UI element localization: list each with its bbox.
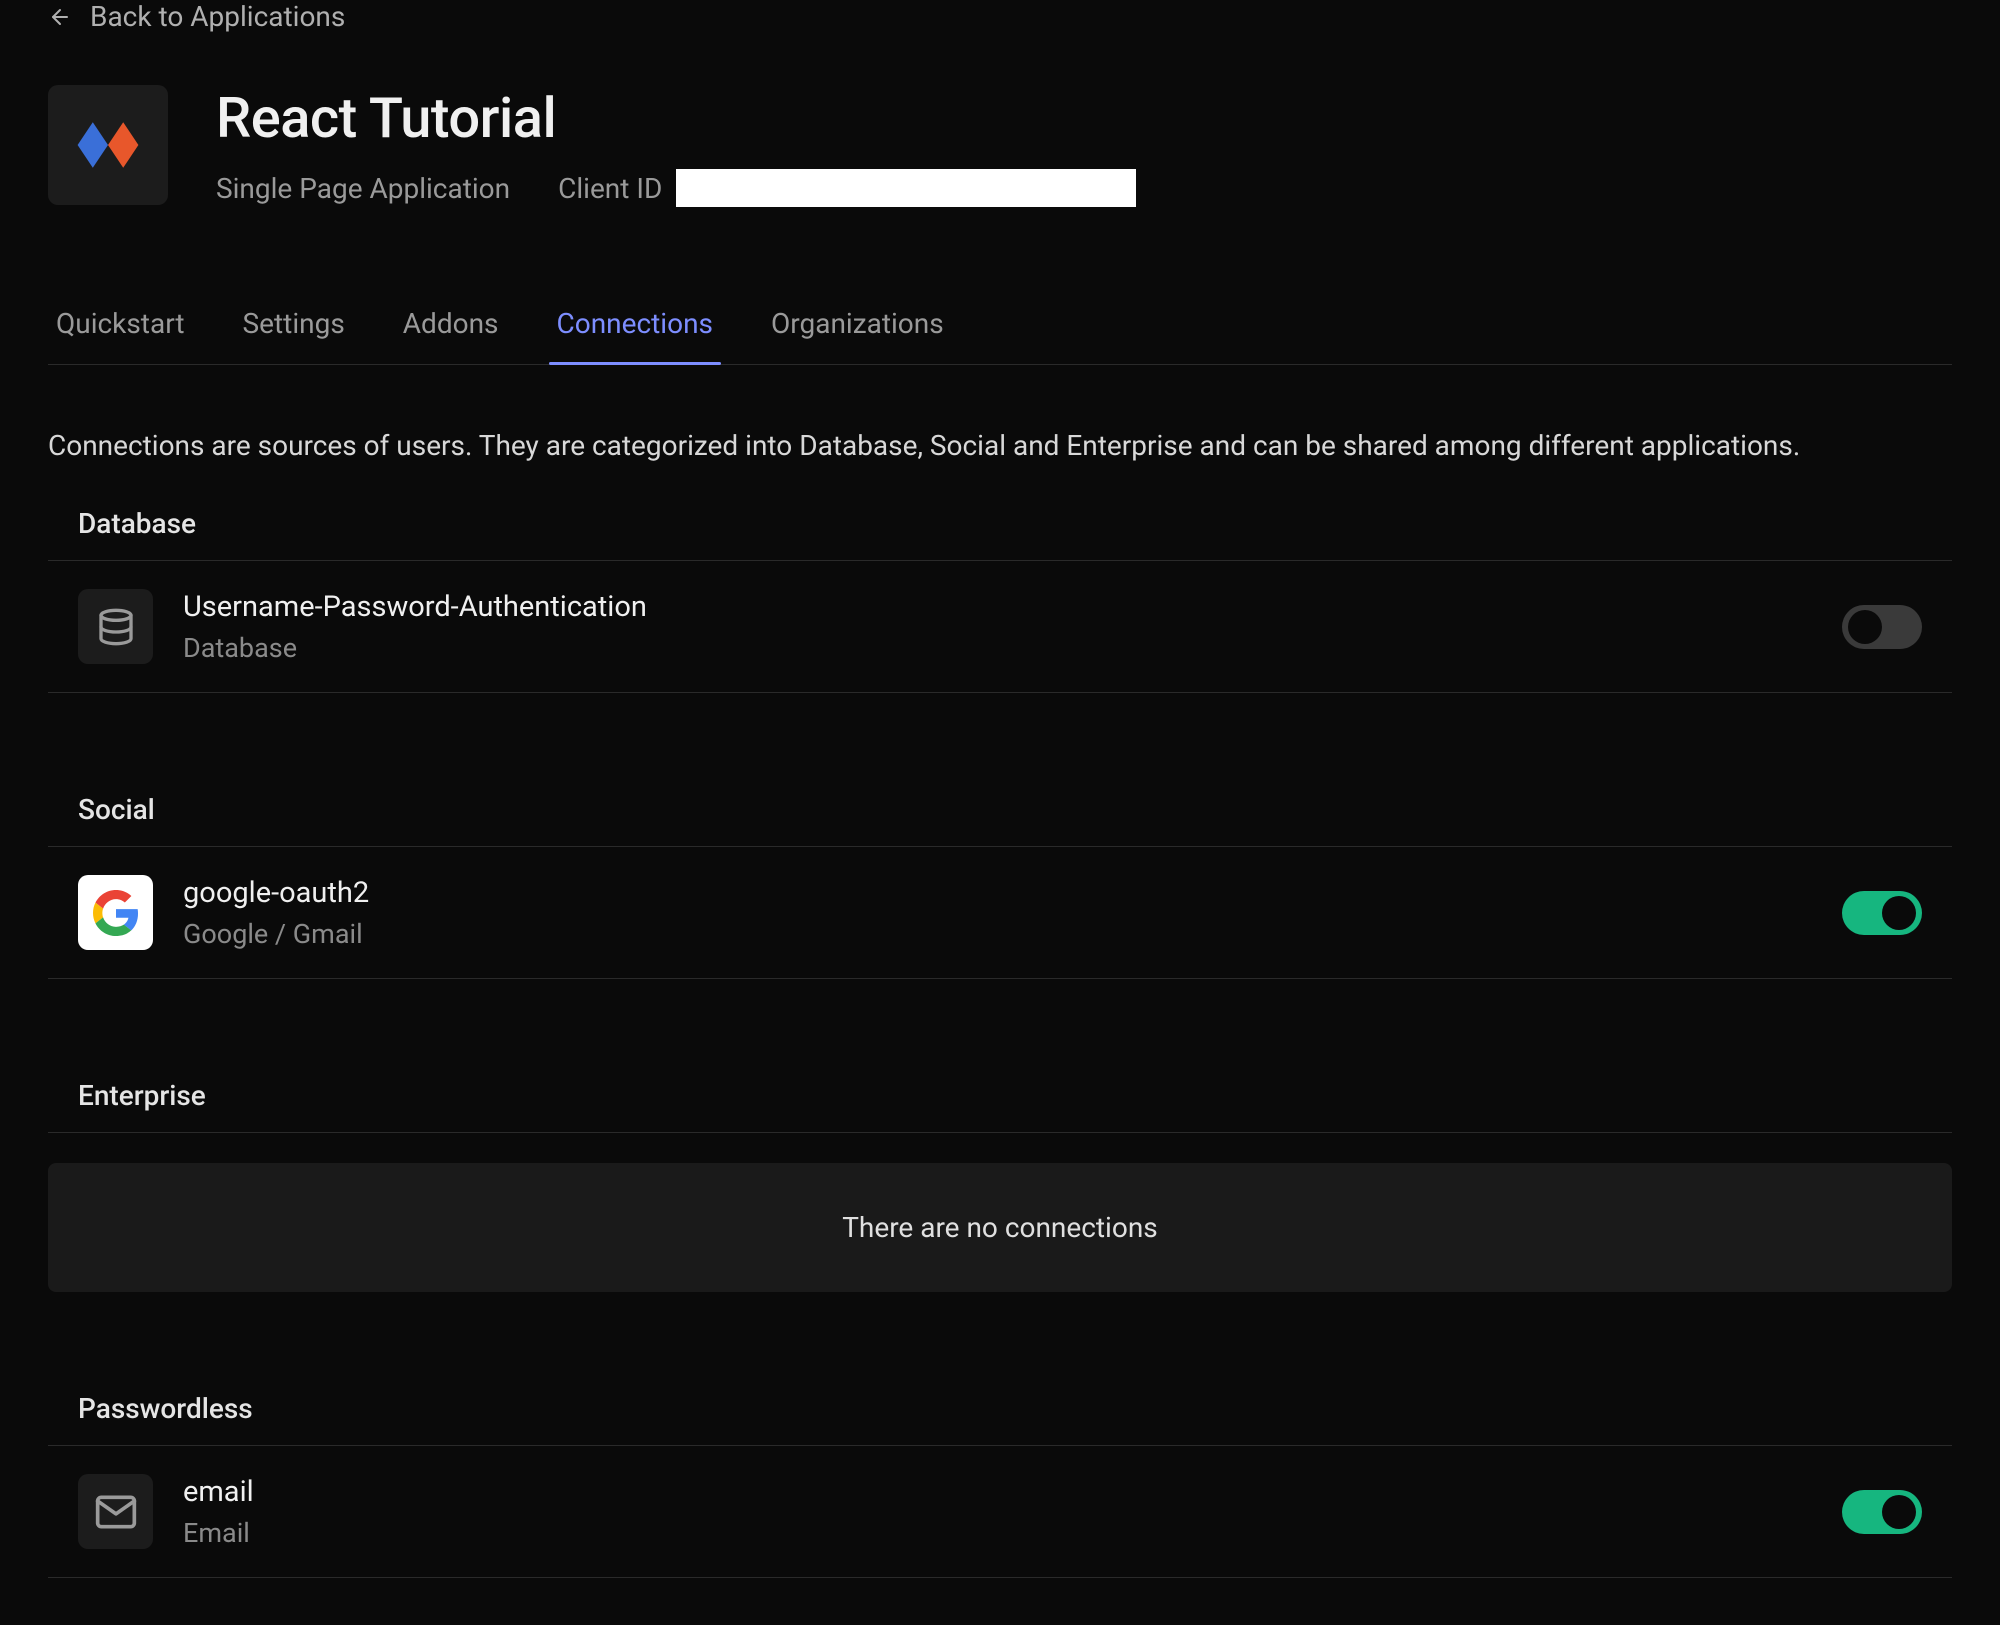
connection-name[interactable]: Username-Password-Authentication [183,590,1812,624]
client-id-group: Client ID [558,169,1136,207]
section-enterprise: Enterprise There are no connections [48,1079,1952,1292]
app-title-block: React Tutorial Single Page Application C… [216,85,1136,207]
connection-row: Username-Password-Authentication Databas… [48,561,1952,693]
database-icon [78,589,153,664]
google-icon [78,875,153,950]
connection-row: email Email [48,1446,1952,1578]
app-title: React Tutorial [216,85,1136,151]
toggle-knob [1882,1495,1916,1529]
back-link[interactable]: Back to Applications [48,0,1952,33]
client-id-label: Client ID [558,172,662,205]
app-type: Single Page Application [216,172,510,205]
section-enterprise-title: Enterprise [48,1079,1952,1132]
connection-toggle[interactable] [1842,605,1922,649]
connection-sub: Email [183,1517,1812,1549]
app-logo-icon [48,85,168,205]
connection-sub: Google / Gmail [183,918,1812,950]
section-social: Social google-oauth2 Google / Gmail [48,793,1952,979]
connection-row: google-oauth2 Google / Gmail [48,847,1952,979]
connection-sub: Database [183,632,1812,664]
app-header: React Tutorial Single Page Application C… [48,85,1952,207]
mail-icon [78,1474,153,1549]
connections-description: Connections are sources of users. They a… [48,425,1952,467]
tab-settings[interactable]: Settings [243,307,345,364]
back-link-label: Back to Applications [90,0,345,33]
section-social-title: Social [48,793,1952,846]
client-id-value[interactable] [676,169,1136,207]
section-passwordless: Passwordless email Email [48,1392,1952,1578]
section-database: Database Username-Password-Authenticatio… [48,507,1952,693]
enterprise-empty: There are no connections [48,1163,1952,1292]
tab-organizations[interactable]: Organizations [771,307,944,364]
section-database-title: Database [48,507,1952,560]
arrow-left-icon [48,5,72,29]
tab-addons[interactable]: Addons [403,307,499,364]
toggle-knob [1848,610,1882,644]
tab-quickstart[interactable]: Quickstart [56,307,185,364]
toggle-knob [1882,896,1916,930]
connection-name[interactable]: email [183,1475,1812,1509]
connection-name[interactable]: google-oauth2 [183,876,1812,910]
connection-toggle[interactable] [1842,891,1922,935]
tab-connections[interactable]: Connections [557,307,713,364]
section-passwordless-title: Passwordless [48,1392,1952,1445]
tabs: Quickstart Settings Addons Connections O… [48,307,1952,365]
connection-toggle[interactable] [1842,1490,1922,1534]
